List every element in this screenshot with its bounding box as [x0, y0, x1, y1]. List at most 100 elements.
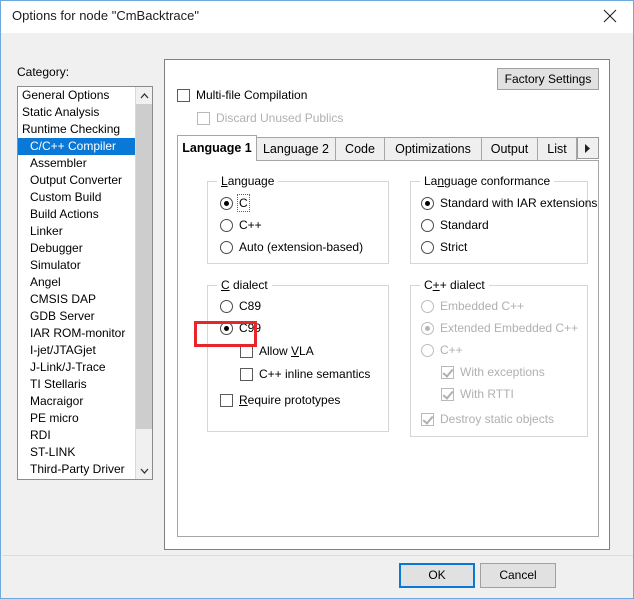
category-item[interactable]: TI MSP-FET — [18, 478, 137, 480]
checkbox-indicator — [240, 368, 253, 381]
factory-settings-button[interactable]: Factory Settings — [497, 68, 599, 90]
radio-language-cpp[interactable]: C++ — [220, 218, 262, 232]
checkbox-cpp-inline-semantics[interactable]: C++ inline semantics — [240, 367, 370, 381]
radio-label: Auto (extension-based) — [239, 240, 363, 254]
category-item[interactable]: Build Actions — [18, 206, 137, 223]
radio-language-c[interactable]: C — [220, 196, 248, 210]
category-item[interactable]: Assembler — [18, 155, 137, 172]
category-item[interactable]: GDB Server — [18, 308, 137, 325]
chevron-up-icon — [140, 93, 149, 99]
category-item[interactable]: Output Converter — [18, 172, 137, 189]
checkbox-allow-vla[interactable]: Allow VLA — [240, 344, 314, 358]
category-scrollbar[interactable] — [135, 87, 152, 479]
group-title: Language conformance — [420, 174, 554, 188]
checkbox-indicator — [441, 366, 454, 379]
tab-code[interactable]: Code — [335, 137, 385, 161]
scroll-down-button[interactable] — [136, 462, 152, 479]
scroll-up-button[interactable] — [136, 87, 152, 104]
radio-language-auto[interactable]: Auto (extension-based) — [220, 240, 363, 254]
tab-scroll-right-button[interactable] — [577, 138, 599, 158]
category-item[interactable]: C/C++ Compiler — [18, 138, 137, 155]
category-item[interactable]: IAR ROM-monitor — [18, 325, 137, 342]
radio-indicator — [421, 197, 434, 210]
radio-cpp: C++ — [421, 343, 463, 357]
category-item[interactable]: General Options — [18, 87, 137, 104]
close-icon — [603, 9, 617, 23]
tab-language-2[interactable]: Language 2 — [256, 137, 336, 161]
radio-c89[interactable]: C89 — [220, 299, 261, 313]
category-item[interactable]: Third-Party Driver — [18, 461, 137, 478]
checkbox-label: Destroy static objects — [440, 412, 554, 426]
tab-output[interactable]: Output — [481, 137, 538, 161]
radio-label: Standard — [440, 218, 489, 232]
radio-indicator — [220, 197, 233, 210]
radio-label: Strict — [440, 240, 467, 254]
tab-language-1[interactable]: Language 1 — [177, 135, 257, 161]
group-title: Language — [217, 174, 278, 188]
radio-label: Extended Embedded C++ — [440, 321, 578, 335]
triangle-right-icon — [584, 144, 591, 153]
group-language: Language C C++ Auto (extension-based) — [207, 181, 389, 264]
category-item[interactable]: CMSIS DAP — [18, 291, 137, 308]
checkbox-indicator — [197, 112, 210, 125]
checkbox-indicator — [177, 89, 190, 102]
group-title: C++ dialect — [420, 278, 489, 292]
chevron-down-icon — [140, 468, 149, 474]
footer-separator — [2, 555, 633, 556]
checkbox-label: With RTTI — [460, 387, 514, 401]
radio-label: C++ — [440, 343, 463, 357]
tab-page-language-1: Language C C++ Auto (extension-based) La… — [177, 160, 599, 537]
close-button[interactable] — [587, 1, 633, 31]
category-item[interactable]: Angel — [18, 274, 137, 291]
options-dialog: Options for node "CmBacktrace" Category:… — [0, 0, 634, 599]
checkbox-label: Require prototypes — [239, 393, 340, 407]
discard-unused-publics-checkbox: Discard Unused Publics — [197, 111, 343, 125]
radio-c99[interactable]: C99 — [220, 321, 261, 335]
cancel-button[interactable]: Cancel — [480, 563, 556, 588]
radio-conformance-iar[interactable]: Standard with IAR extensions — [421, 196, 597, 210]
tab-list[interactable]: List — [537, 137, 577, 161]
category-item[interactable]: ST-LINK — [18, 444, 137, 461]
group-c-dialect: C dialect C89 C99 Allow VLA C++ inline s… — [207, 285, 389, 432]
ok-button[interactable]: OK — [399, 563, 475, 588]
radio-indicator — [421, 241, 434, 254]
category-item[interactable]: J-Link/J-Trace — [18, 359, 137, 376]
radio-indicator — [220, 300, 233, 313]
checkbox-require-prototypes[interactable]: Require prototypes — [220, 393, 340, 407]
multi-file-compilation-checkbox[interactable]: Multi-file Compilation — [177, 88, 307, 102]
category-item[interactable]: Runtime Checking — [18, 121, 137, 138]
radio-indicator — [421, 344, 434, 357]
tab-optimizations[interactable]: Optimizations — [384, 137, 482, 161]
category-item[interactable]: Static Analysis — [18, 104, 137, 121]
category-item[interactable]: Custom Build — [18, 189, 137, 206]
group-title: C dialect — [217, 278, 272, 292]
radio-label: Standard with IAR extensions — [440, 196, 597, 210]
window-title: Options for node "CmBacktrace" — [12, 8, 199, 23]
radio-indicator — [421, 219, 434, 232]
category-item-container: General OptionsStatic AnalysisRuntime Ch… — [18, 87, 137, 479]
checkbox-indicator — [220, 394, 233, 407]
category-item[interactable]: Macraigor — [18, 393, 137, 410]
scrollbar-thumb[interactable] — [136, 104, 152, 429]
radio-indicator — [421, 300, 434, 313]
radio-indicator — [220, 322, 233, 335]
radio-conformance-standard[interactable]: Standard — [421, 218, 489, 232]
checkbox-destroy-static-objects: Destroy static objects — [421, 412, 554, 426]
category-item[interactable]: PE micro — [18, 410, 137, 427]
checkbox-indicator — [441, 388, 454, 401]
checkbox-label: Discard Unused Publics — [216, 111, 343, 125]
checkbox-indicator — [421, 413, 434, 426]
checkbox-label: C++ inline semantics — [259, 367, 370, 381]
category-item[interactable]: RDI — [18, 427, 137, 444]
title-bar: Options for node "CmBacktrace" — [1, 1, 633, 33]
category-item[interactable]: Simulator — [18, 257, 137, 274]
category-listbox[interactable]: General OptionsStatic AnalysisRuntime Ch… — [17, 86, 153, 480]
options-panel: Factory Settings Multi-file Compilation … — [164, 59, 610, 550]
checkbox-label: Multi-file Compilation — [196, 88, 307, 102]
category-item[interactable]: Linker — [18, 223, 137, 240]
radio-conformance-strict[interactable]: Strict — [421, 240, 467, 254]
category-item[interactable]: TI Stellaris — [18, 376, 137, 393]
category-item[interactable]: Debugger — [18, 240, 137, 257]
category-item[interactable]: I-jet/JTAGjet — [18, 342, 137, 359]
checkbox-with-exceptions: With exceptions — [441, 365, 545, 379]
